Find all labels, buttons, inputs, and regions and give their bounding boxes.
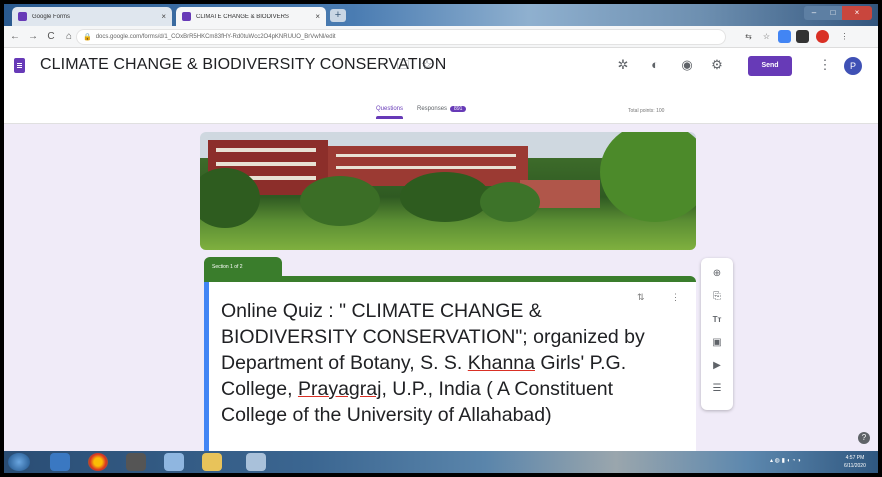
tab-responses[interactable]: Responses 891 bbox=[417, 106, 467, 119]
tab-questions[interactable]: Questions bbox=[376, 106, 404, 119]
media-player-icon[interactable] bbox=[126, 453, 146, 471]
form-title[interactable]: CLIMATE CHANGE & BIODIVERSITY CONSERVATI… bbox=[40, 56, 446, 74]
reload-icon[interactable]: C bbox=[44, 30, 58, 44]
home-icon[interactable]: ⌂ bbox=[62, 30, 76, 44]
internet-explorer-icon[interactable] bbox=[50, 453, 70, 471]
tab-google-forms[interactable]: Google Forms × bbox=[12, 7, 172, 26]
translate-icon[interactable]: ⇆ bbox=[742, 30, 755, 43]
browser-tab-strip: Google Forms × CLIMATE CHANGE & BIODIVER… bbox=[4, 4, 878, 26]
system-tray[interactable]: ▴ ◍ ▮ ◖ ◔ ◑ bbox=[770, 457, 801, 464]
responses-count-badge: 891 bbox=[450, 106, 467, 112]
chrome-menu-icon[interactable]: ⋮ bbox=[838, 30, 851, 43]
url-text: docs.google.com/forms/d/1_COxBrR5HKCm83f… bbox=[95, 34, 336, 40]
header-banner-image bbox=[200, 132, 696, 250]
close-window-button[interactable]: × bbox=[842, 6, 872, 20]
chrome-taskbar-icon[interactable] bbox=[88, 453, 108, 471]
maximize-window-button[interactable]: □ bbox=[824, 6, 842, 20]
taskbar-clock[interactable]: 4:57 PM 6/11/2020 bbox=[844, 454, 866, 470]
clock-time: 4:57 PM bbox=[845, 455, 865, 461]
extension-icon[interactable] bbox=[796, 30, 809, 43]
folder-taskbar-icon[interactable] bbox=[202, 453, 222, 471]
import-questions-icon[interactable]: ⎘ bbox=[710, 290, 724, 304]
forms-favicon-icon bbox=[18, 12, 27, 21]
windows-taskbar: ▴ ◍ ▮ ◖ ◔ ◑ 4:57 PM 6/11/2020 bbox=[4, 451, 878, 473]
form-description-card[interactable]: Online Quiz : " CLIMATE CHANGE & BIODIVE… bbox=[204, 276, 696, 473]
active-card-indicator bbox=[204, 282, 209, 473]
browser-toolbar: ← → C ⌂ 🔒 docs.google.com/forms/d/1_COxB… bbox=[4, 26, 878, 48]
addon-icon[interactable]: ✲ bbox=[614, 56, 632, 74]
quiz-title-text: Khanna bbox=[467, 352, 535, 374]
tab-climate-form[interactable]: CLIMATE CHANGE & BIODIVERS × bbox=[176, 7, 326, 26]
tab-label: Google Forms bbox=[32, 13, 71, 20]
profile-icon[interactable] bbox=[816, 30, 829, 43]
tab-label: CLIMATE CHANGE & BIODIVERS bbox=[196, 13, 289, 20]
quiz-title[interactable]: Online Quiz : " CLIMATE CHANGE & BIODIVE… bbox=[221, 298, 661, 428]
app-taskbar-icon[interactable] bbox=[246, 453, 266, 471]
bookmark-star-icon[interactable]: ☆ bbox=[760, 30, 773, 43]
extension-icon[interactable] bbox=[778, 30, 791, 43]
close-tab-icon[interactable]: × bbox=[161, 12, 166, 21]
forms-header: CLIMATE CHANGE & BIODIVERSITY CONSERVATI… bbox=[4, 48, 878, 124]
clock-date: 6/11/2020 bbox=[844, 463, 866, 469]
back-icon[interactable]: ← bbox=[8, 30, 22, 44]
send-button[interactable]: Send bbox=[748, 56, 792, 76]
add-section-icon[interactable]: ☰ bbox=[710, 382, 724, 396]
add-image-icon[interactable]: ▣ bbox=[710, 336, 724, 350]
palette-icon[interactable]: ◐ bbox=[646, 56, 664, 74]
start-button-icon[interactable] bbox=[8, 453, 30, 471]
avatar[interactable]: P bbox=[844, 57, 862, 75]
total-points: Total points: 100 bbox=[628, 108, 665, 114]
preview-eye-icon[interactable]: ◉ bbox=[678, 56, 696, 74]
collapse-section-icon[interactable]: ⇅ bbox=[637, 292, 645, 303]
section-more-icon[interactable]: ⋮ bbox=[671, 292, 680, 303]
add-video-icon[interactable]: ▶ bbox=[710, 359, 724, 373]
address-bar[interactable]: 🔒 docs.google.com/forms/d/1_COxBrR5HKCm8… bbox=[76, 29, 726, 45]
new-tab-button[interactable]: + bbox=[330, 9, 346, 22]
section-label: Section 1 of 2 bbox=[204, 257, 282, 277]
tab-responses-label: Responses bbox=[417, 106, 448, 112]
more-options-icon[interactable]: ⋮ bbox=[816, 56, 834, 74]
add-question-icon[interactable]: ⊕ bbox=[710, 267, 724, 281]
folder-icon[interactable]: 🗀 bbox=[394, 56, 412, 74]
help-icon[interactable]: ? bbox=[858, 432, 870, 444]
forward-icon[interactable]: → bbox=[26, 30, 40, 44]
quiz-title-text: Prayagraj bbox=[297, 378, 382, 400]
forms-favicon-icon bbox=[182, 12, 191, 21]
close-tab-icon[interactable]: × bbox=[315, 12, 320, 21]
form-tabs: Questions Responses 891 bbox=[376, 106, 467, 119]
lock-icon: 🔒 bbox=[83, 34, 92, 41]
windows-explorer-icon[interactable] bbox=[164, 453, 184, 471]
star-icon[interactable]: ☆ bbox=[418, 56, 436, 74]
minimize-window-button[interactable]: – bbox=[804, 6, 824, 20]
question-toolbar: ⊕ ⎘ Tт ▣ ▶ ☰ bbox=[701, 258, 733, 410]
add-title-icon[interactable]: Tт bbox=[710, 313, 724, 327]
screen: Google Forms × CLIMATE CHANGE & BIODIVER… bbox=[4, 4, 878, 473]
google-forms-icon[interactable] bbox=[14, 58, 25, 73]
settings-gear-icon[interactable]: ⚙ bbox=[708, 56, 726, 74]
